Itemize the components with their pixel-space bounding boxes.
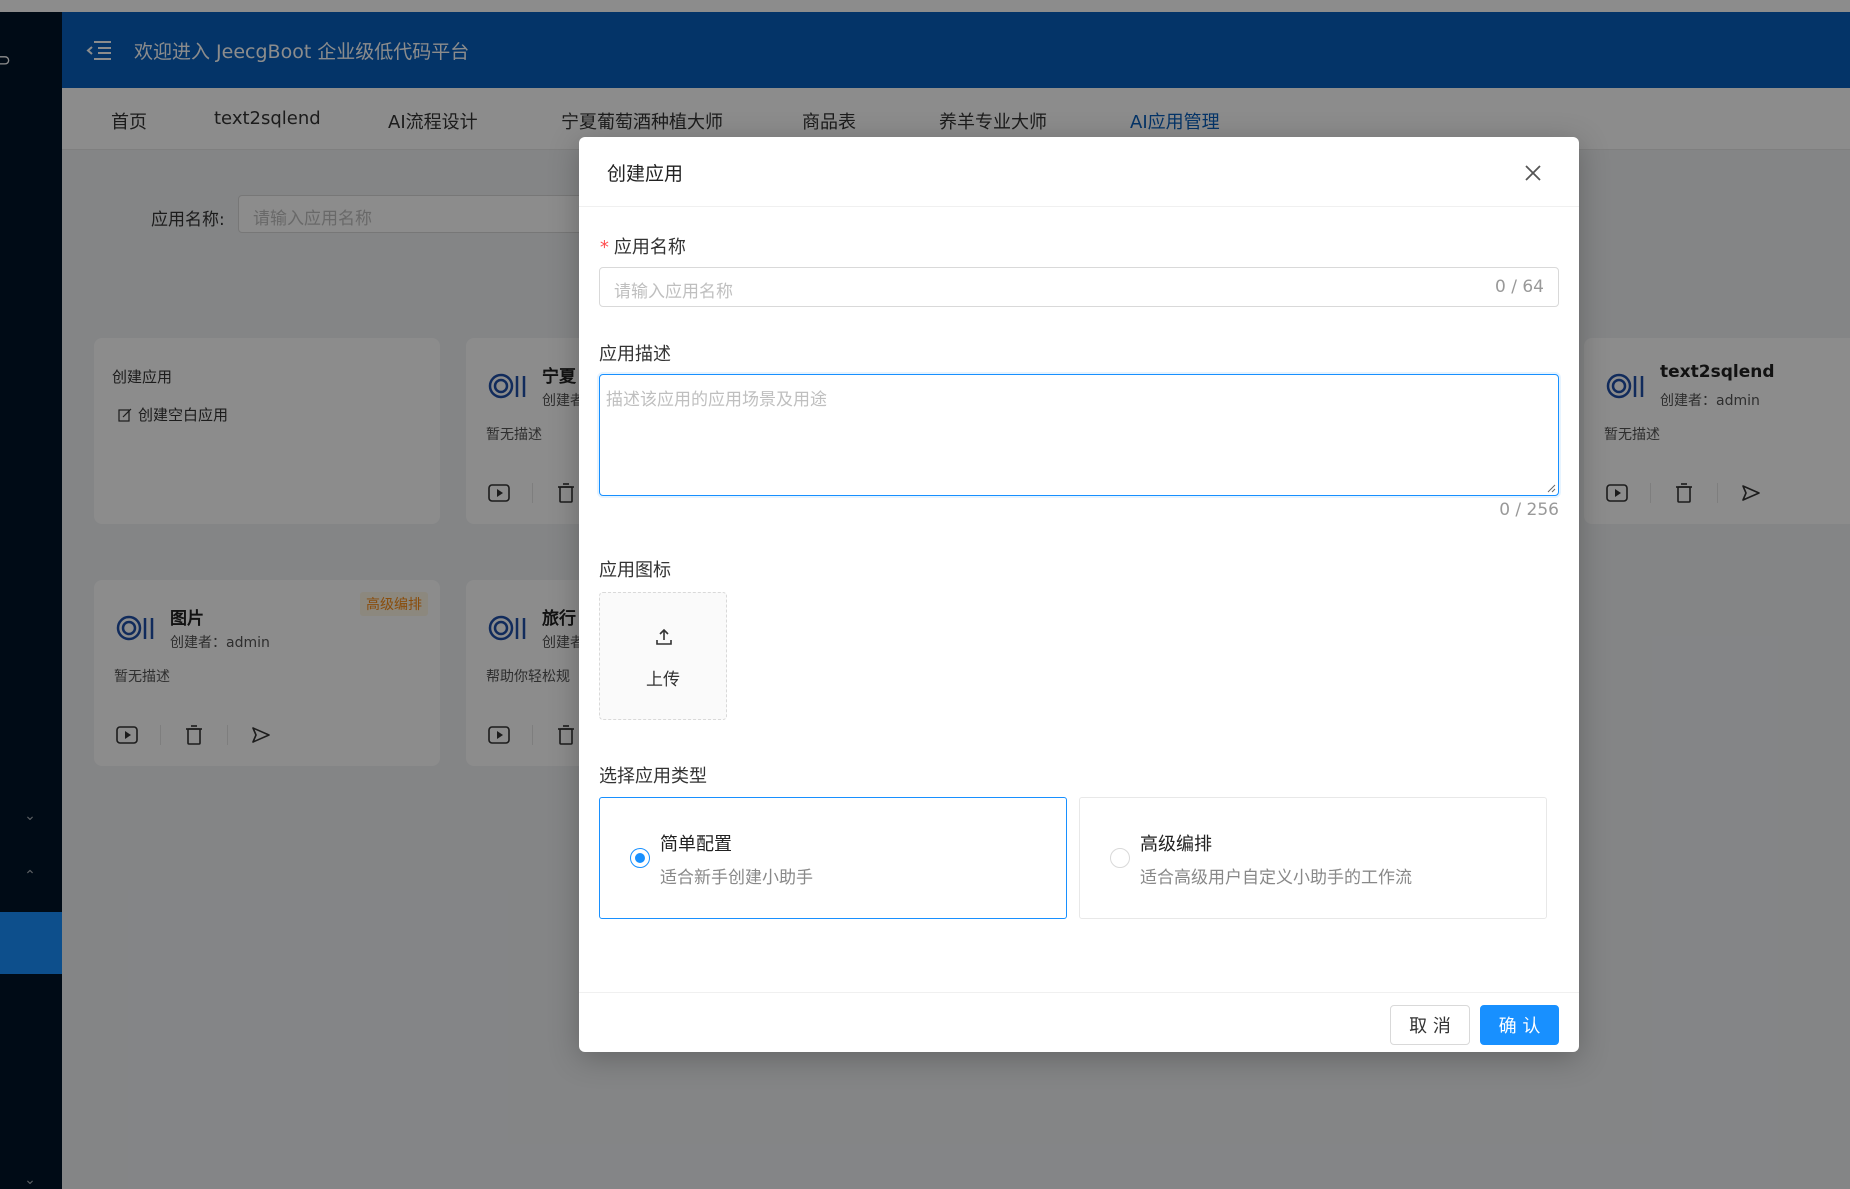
app-name-input[interactable]: 请输入应用名称 0 / 64	[599, 267, 1559, 307]
app-desc-placeholder: 描述该应用的应用场景及用途	[606, 390, 827, 410]
modal-title: 创建应用	[607, 163, 684, 185]
app-type-label: 选择应用类型	[599, 766, 707, 787]
type-option-simple[interactable]: 简单配置 适合新手创建小助手	[599, 797, 1067, 919]
create-app-modal: 创建应用 * 应用名称 请输入应用名称 0 / 64 应用描述 描述该应用的应用场…	[579, 137, 1579, 1052]
upload-label: 上传	[646, 670, 680, 690]
close-icon[interactable]	[1523, 163, 1543, 183]
type-desc: 适合新手创建小助手	[660, 868, 813, 888]
app-name-placeholder: 请输入应用名称	[614, 282, 733, 302]
app-icon-label: 应用图标	[599, 560, 671, 581]
modal-footer: 取 消 确 认	[579, 992, 1579, 1052]
app-name-label: * 应用名称	[599, 237, 686, 258]
type-name: 高级编排	[1140, 834, 1212, 855]
app-name-counter: 0 / 64	[1495, 277, 1544, 297]
app-desc-label: 应用描述	[599, 344, 671, 365]
app-desc-counter: 0 / 256	[1499, 500, 1559, 520]
icon-upload[interactable]: 上传	[599, 592, 727, 720]
confirm-button[interactable]: 确 认	[1480, 1005, 1559, 1045]
type-name: 简单配置	[660, 834, 732, 855]
required-mark: *	[599, 237, 610, 258]
upload-icon	[656, 628, 672, 645]
type-desc: 适合高级用户自定义小助手的工作流	[1140, 868, 1412, 888]
type-option-advanced[interactable]: 高级编排 适合高级用户自定义小助手的工作流	[1079, 797, 1547, 919]
modal-header: 创建应用	[579, 137, 1579, 207]
resize-grip-icon[interactable]	[1546, 483, 1556, 493]
radio-unselected[interactable]	[1110, 848, 1130, 868]
radio-selected[interactable]	[630, 848, 650, 868]
cancel-button[interactable]: 取 消	[1390, 1005, 1470, 1045]
app-desc-textarea[interactable]: 描述该应用的应用场景及用途	[599, 374, 1559, 496]
